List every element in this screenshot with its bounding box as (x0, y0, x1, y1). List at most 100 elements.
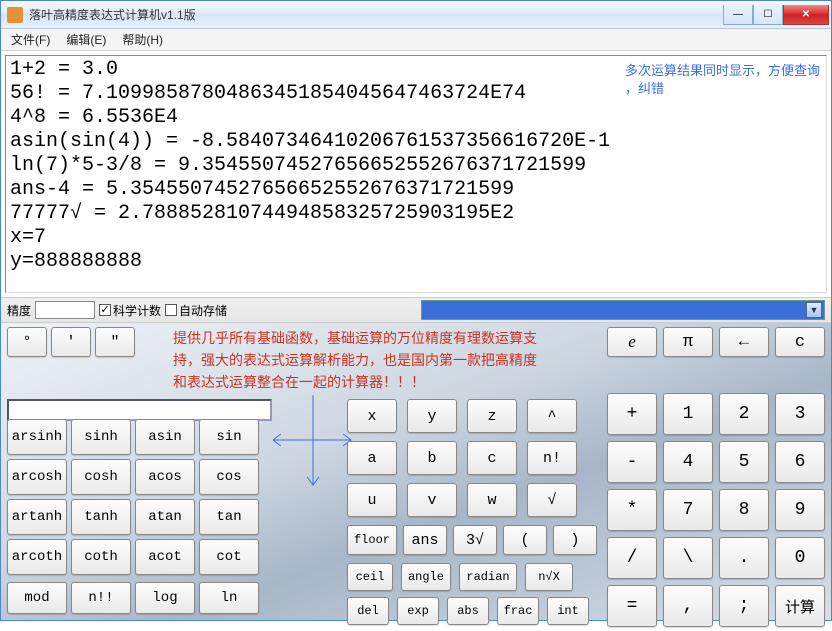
dfact-button[interactable]: n!! (71, 582, 131, 614)
y-button[interactable]: y (407, 399, 457, 433)
cot-button[interactable]: cot (199, 539, 259, 575)
annotation-description: 提供几乎所有基础函数，基础运算的万位精度有理数运算支持，强大的表达式运算解析能力… (173, 327, 543, 393)
a-button[interactable]: a (347, 441, 397, 475)
mod-button[interactable]: mod (7, 582, 67, 614)
c-button[interactable]: c (467, 441, 517, 475)
x-button[interactable]: x (347, 399, 397, 433)
auto-label: 自动存储 (179, 302, 227, 319)
arcoth-button[interactable]: arcoth (7, 539, 67, 575)
menu-edit[interactable]: 编辑(E) (60, 29, 112, 50)
b-button[interactable]: b (407, 441, 457, 475)
dot-button[interactable]: . (719, 537, 769, 579)
sinh-button[interactable]: sinh (71, 419, 131, 455)
coth-button[interactable]: coth (71, 539, 131, 575)
num-9-button[interactable]: 9 (775, 489, 825, 531)
num-4-button[interactable]: 4 (663, 441, 713, 483)
auto-checkbox[interactable] (165, 304, 177, 316)
maximize-button[interactable]: ☐ (753, 5, 783, 25)
backspace-button[interactable]: ← (719, 327, 769, 357)
num-1-button[interactable]: 1 (663, 393, 713, 435)
num-0-button[interactable]: 0 (775, 537, 825, 579)
window-title: 落叶高精度表达式计算机v1.1版 (29, 6, 723, 23)
output-line: 1+2 = 3.0 (10, 58, 118, 81)
w-button[interactable]: w (467, 483, 517, 517)
power-button[interactable]: ^ (527, 399, 577, 433)
pi-button[interactable]: π (663, 327, 713, 357)
minimize-button[interactable]: — (723, 5, 753, 25)
menu-help[interactable]: 帮助(H) (116, 29, 169, 50)
div-button[interactable]: / (607, 537, 657, 579)
top-row: ° ' " 提供几乎所有基础函数，基础运算的万位精度有理数运算支持，强大的表达式… (7, 327, 825, 393)
v-button[interactable]: v (407, 483, 457, 517)
output-line: y=888888888 (10, 250, 142, 273)
lparen-button[interactable]: ( (503, 525, 547, 555)
menubar: 文件(F) 编辑(E) 帮助(H) (1, 29, 831, 51)
output-line: ans-4 = 5.354550745276566525526763717215… (10, 178, 514, 201)
num-8-button[interactable]: 8 (719, 489, 769, 531)
cos-button[interactable]: cos (199, 459, 259, 495)
degree-button[interactable]: ° (7, 327, 47, 357)
num-6-button[interactable]: 6 (775, 441, 825, 483)
app-icon (7, 7, 23, 23)
num-7-button[interactable]: 7 (663, 489, 713, 531)
plus-button[interactable]: + (607, 393, 657, 435)
output-line: asin(sin(4)) = -8.5840734641020676153735… (10, 130, 610, 153)
asin-button[interactable]: asin (135, 419, 195, 455)
nroot-button[interactable]: n√X (525, 563, 573, 591)
cosh-button[interactable]: cosh (71, 459, 131, 495)
menu-file[interactable]: 文件(F) (5, 29, 56, 50)
vars-row-1: x y z ^ (347, 399, 591, 433)
arsinh-button[interactable]: arsinh (7, 419, 67, 455)
u-button[interactable]: u (347, 483, 397, 517)
sci-label: 科学计数 (113, 302, 161, 319)
second-button[interactable]: " (95, 327, 135, 357)
precision-label: 精度 (7, 302, 31, 319)
titlebar: 落叶高精度表达式计算机v1.1版 — ☐ ✕ (1, 1, 831, 29)
z-button[interactable]: z (467, 399, 517, 433)
tanh-button[interactable]: tanh (71, 499, 131, 535)
num-3-button[interactable]: 3 (775, 393, 825, 435)
radian-button[interactable]: radian (459, 563, 517, 591)
atan-button[interactable]: atan (135, 499, 195, 535)
vars-row-2: a b c n! (347, 441, 591, 475)
cbrt-button[interactable]: 3√ (453, 525, 497, 555)
auto-checkbox-wrap[interactable]: 自动存储 (165, 302, 227, 319)
minus-button[interactable]: - (607, 441, 657, 483)
backslash-button[interactable]: \ (663, 537, 713, 579)
mid-column: x y z ^ a b c n! u v w √ f (347, 399, 591, 631)
numpad: + 1 2 3 - 4 5 6 * 7 8 9 / \ . 0 = , ; 计算 (607, 393, 825, 627)
rparen-button[interactable]: ) (553, 525, 597, 555)
sci-checkbox[interactable]: ✓ (99, 304, 111, 316)
ceil-button[interactable]: ceil (347, 563, 393, 591)
sin-button[interactable]: sin (199, 419, 259, 455)
log-button[interactable]: log (135, 582, 195, 614)
e-button[interactable]: e (607, 327, 657, 357)
chevron-down-icon[interactable]: ▼ (806, 302, 822, 318)
arcosh-button[interactable]: arcosh (7, 459, 67, 495)
ans-button[interactable]: ans (403, 525, 447, 555)
mod-row: mod n!! log ln (7, 582, 259, 614)
ln-button[interactable]: ln (199, 582, 259, 614)
sci-checkbox-wrap[interactable]: ✓ 科学计数 (99, 302, 161, 319)
tan-button[interactable]: tan (199, 499, 259, 535)
acos-button[interactable]: acos (135, 459, 195, 495)
angle-button[interactable]: angle (401, 563, 451, 591)
history-combo[interactable]: ▼ (421, 300, 825, 320)
artanh-button[interactable]: artanh (7, 499, 67, 535)
close-button[interactable]: ✕ (783, 5, 829, 25)
num-5-button[interactable]: 5 (719, 441, 769, 483)
fact-button[interactable]: n! (527, 441, 577, 475)
minute-button[interactable]: ' (51, 327, 91, 357)
vars-row-5: ceil angle radian n√X (347, 563, 591, 591)
sqrt-button[interactable]: √ (527, 483, 577, 517)
dms-buttons: ° ' " (7, 327, 135, 393)
acot-button[interactable]: acot (135, 539, 195, 575)
output-area[interactable]: 1+2 = 3.0 56! = 7.1099858780486345185404… (5, 55, 827, 293)
precision-input[interactable] (35, 301, 95, 319)
floor-button[interactable]: floor (347, 525, 397, 555)
mult-button[interactable]: * (607, 489, 657, 531)
num-2-button[interactable]: 2 (719, 393, 769, 435)
function-grid: arsinh sinh asin sin arcosh cosh acos co… (7, 419, 259, 575)
app-window: 落叶高精度表达式计算机v1.1版 — ☐ ✕ 文件(F) 编辑(E) 帮助(H)… (0, 0, 832, 621)
clear-button[interactable]: c (775, 327, 825, 357)
